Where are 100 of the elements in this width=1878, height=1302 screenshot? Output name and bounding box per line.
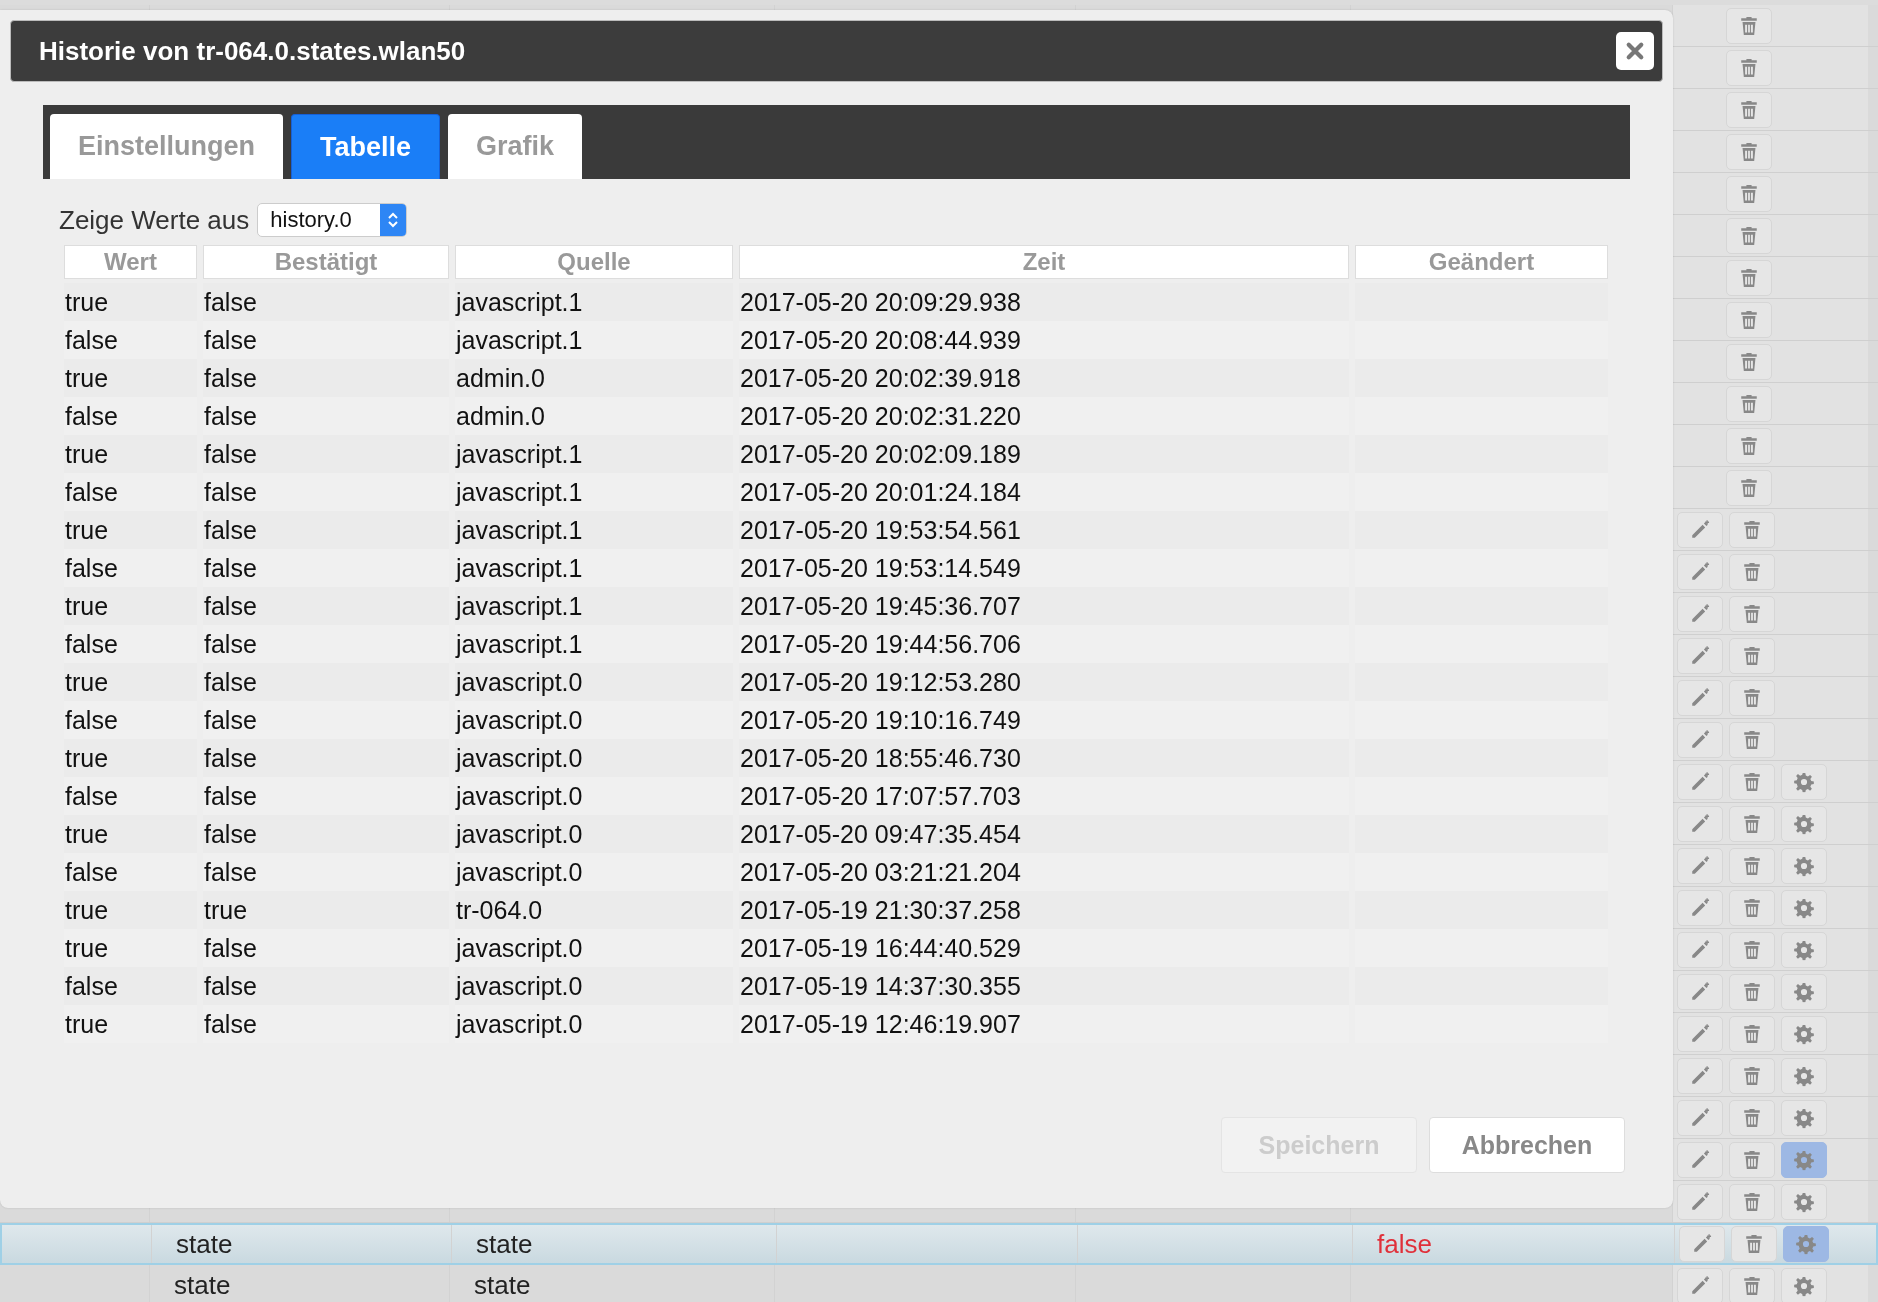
- pencil-icon: [1689, 1023, 1711, 1044]
- delete-button[interactable]: [1726, 175, 1772, 212]
- gear-icon: [1793, 771, 1815, 792]
- edit-button[interactable]: [1679, 1226, 1725, 1262]
- delete-button[interactable]: [1729, 763, 1775, 800]
- tab[interactable]: Grafik: [448, 114, 583, 179]
- delete-button[interactable]: [1726, 133, 1772, 170]
- column-header[interactable]: Quelle: [455, 245, 733, 279]
- settings-button[interactable]: [1781, 847, 1827, 884]
- gear-icon: [1793, 1275, 1815, 1296]
- settings-button[interactable]: [1781, 1057, 1827, 1094]
- delete-button[interactable]: [1729, 805, 1775, 842]
- tab[interactable]: Einstellungen: [50, 114, 284, 179]
- gear-icon: [1795, 1233, 1817, 1255]
- settings-button[interactable]: [1781, 805, 1827, 842]
- table-cell: javascript.0: [456, 743, 583, 773]
- edit-button[interactable]: [1677, 1183, 1723, 1220]
- table-cell: false: [204, 591, 257, 621]
- pencil-icon: [1689, 813, 1711, 834]
- edit-button[interactable]: [1677, 637, 1723, 674]
- tab[interactable]: Tabelle: [291, 114, 441, 179]
- edit-button[interactable]: [1677, 553, 1723, 590]
- settings-button[interactable]: [1781, 1141, 1827, 1178]
- settings-button[interactable]: [1781, 889, 1827, 926]
- column-header[interactable]: Wert: [64, 245, 197, 279]
- column-header[interactable]: Zeit: [739, 245, 1349, 279]
- edit-button[interactable]: [1677, 1099, 1723, 1136]
- table-cell: javascript.1: [456, 439, 583, 469]
- delete-button[interactable]: [1729, 637, 1775, 674]
- edit-button[interactable]: [1677, 889, 1723, 926]
- edit-button[interactable]: [1677, 973, 1723, 1010]
- settings-button[interactable]: [1781, 973, 1827, 1010]
- selected-table-row[interactable]: state state false: [0, 1223, 1878, 1265]
- table-cell: javascript.1: [456, 591, 583, 621]
- source-dropdown[interactable]: history.0: [257, 203, 408, 237]
- delete-button[interactable]: [1729, 1057, 1775, 1094]
- edit-button[interactable]: [1677, 1057, 1723, 1094]
- table-cell: false: [204, 325, 257, 355]
- edit-button[interactable]: [1677, 847, 1723, 884]
- delete-button[interactable]: [1729, 1015, 1775, 1052]
- settings-button[interactable]: [1781, 931, 1827, 968]
- delete-button[interactable]: [1729, 1099, 1775, 1136]
- delete-button[interactable]: [1726, 91, 1772, 128]
- edit-button[interactable]: [1677, 931, 1723, 968]
- delete-button[interactable]: [1729, 931, 1775, 968]
- edit-button[interactable]: [1677, 721, 1723, 758]
- delete-button[interactable]: [1726, 49, 1772, 86]
- delete-button[interactable]: [1729, 1141, 1775, 1178]
- delete-button[interactable]: [1726, 217, 1772, 254]
- table-cell: false: [204, 819, 257, 849]
- table-cell: false: [204, 971, 257, 1001]
- dialog-button[interactable]: Abbrechen: [1429, 1117, 1625, 1173]
- table-cell: false: [204, 1009, 257, 1039]
- delete-button[interactable]: [1726, 259, 1772, 296]
- table-cell: 2017-05-20 17:07:57.703: [740, 781, 1021, 811]
- edit-button[interactable]: [1677, 511, 1723, 548]
- delete-button[interactable]: [1726, 301, 1772, 338]
- table-cell: 2017-05-20 19:12:53.280: [740, 667, 1021, 697]
- pencil-icon: [1689, 1275, 1711, 1296]
- delete-button[interactable]: [1729, 889, 1775, 926]
- edit-button[interactable]: [1677, 679, 1723, 716]
- delete-button[interactable]: [1731, 1226, 1777, 1262]
- delete-button[interactable]: [1726, 7, 1772, 44]
- delete-button[interactable]: [1729, 553, 1775, 590]
- close-button[interactable]: [1616, 32, 1654, 70]
- settings-button[interactable]: [1781, 1015, 1827, 1052]
- edit-button[interactable]: [1677, 1015, 1723, 1052]
- edit-button[interactable]: [1677, 805, 1723, 842]
- delete-button[interactable]: [1729, 1183, 1775, 1220]
- delete-button[interactable]: [1729, 595, 1775, 632]
- edit-button[interactable]: [1677, 763, 1723, 800]
- table-cell: false: [204, 743, 257, 773]
- column-header[interactable]: Geändert: [1355, 245, 1608, 279]
- table-cell: state: [474, 1270, 531, 1301]
- settings-button[interactable]: [1781, 1183, 1827, 1220]
- settings-button[interactable]: [1781, 763, 1827, 800]
- delete-button[interactable]: [1729, 973, 1775, 1010]
- table-cell: 2017-05-19 14:37:30.355: [740, 971, 1021, 1001]
- delete-button[interactable]: [1726, 427, 1772, 464]
- table-cell: false: [65, 401, 118, 431]
- delete-button[interactable]: [1729, 721, 1775, 758]
- column-header[interactable]: Bestätigt: [203, 245, 449, 279]
- delete-button[interactable]: [1729, 847, 1775, 884]
- delete-button[interactable]: [1729, 1267, 1775, 1302]
- table-cell: javascript.0: [456, 971, 583, 1001]
- delete-button[interactable]: [1729, 511, 1775, 548]
- delete-button[interactable]: [1729, 679, 1775, 716]
- settings-button[interactable]: [1781, 1267, 1827, 1302]
- delete-button[interactable]: [1726, 343, 1772, 380]
- settings-button[interactable]: [1783, 1226, 1829, 1262]
- edit-button[interactable]: [1677, 1267, 1723, 1302]
- delete-button[interactable]: [1726, 469, 1772, 506]
- settings-button[interactable]: [1781, 1099, 1827, 1136]
- trash-icon: [1738, 99, 1760, 120]
- table-cell: state: [174, 1270, 231, 1301]
- trash-icon: [1741, 981, 1763, 1002]
- delete-button[interactable]: [1726, 385, 1772, 422]
- edit-button[interactable]: [1677, 1141, 1723, 1178]
- edit-button[interactable]: [1677, 595, 1723, 632]
- table-cell: javascript.1: [456, 629, 583, 659]
